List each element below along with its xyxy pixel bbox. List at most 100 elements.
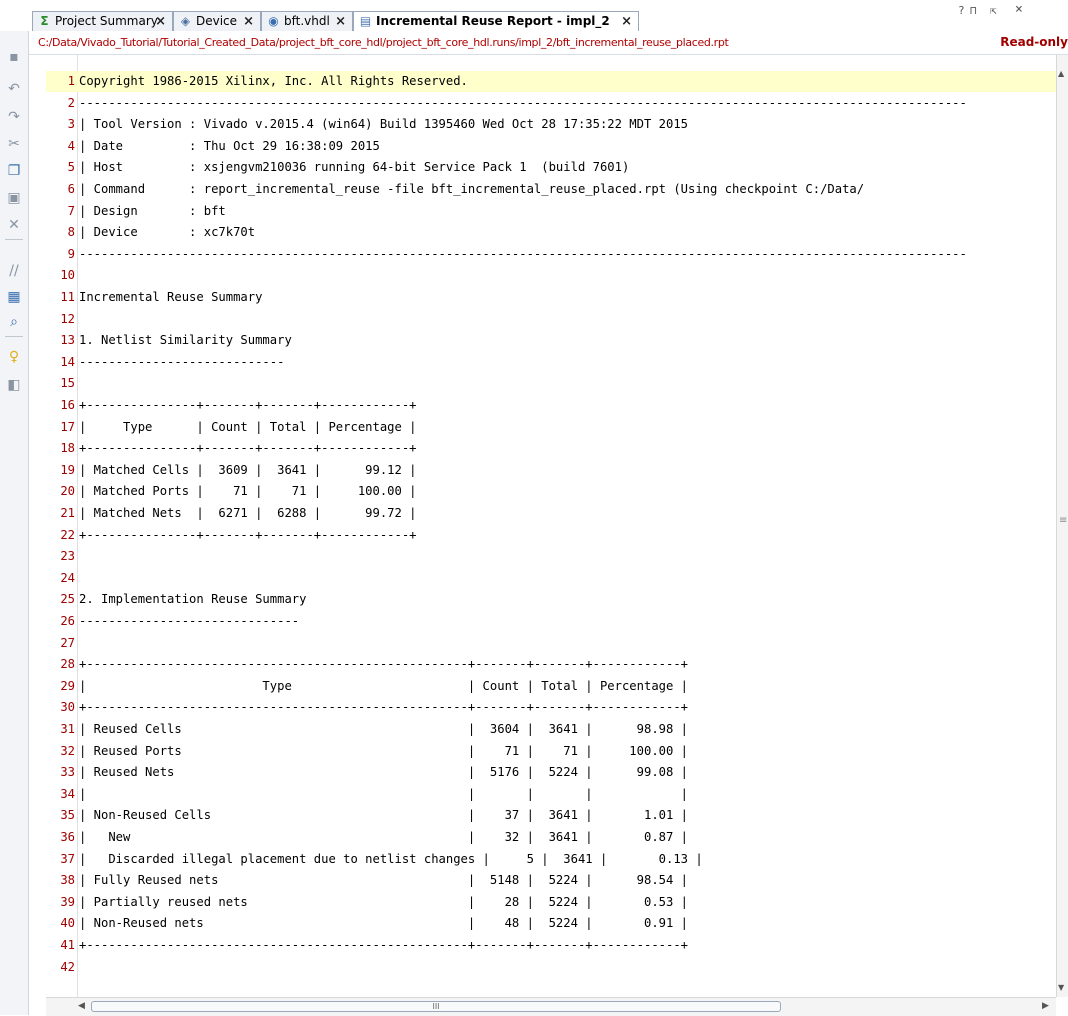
editor-line[interactable]: 19 | Matched Cells | 3609 | 3641 | 99.12 …: [46, 460, 1056, 481]
cut-icon[interactable]: ✂: [6, 136, 22, 152]
editor-line[interactable]: 27: [46, 633, 1056, 654]
paste-icon[interactable]: ▣: [6, 190, 22, 206]
editor-line[interactable]: 25 2. Implementation Reuse Summary: [46, 589, 1056, 610]
editor-line[interactable]: 8 | Device : xc7k70t: [46, 222, 1056, 243]
editor-line[interactable]: 38 | Fully Reused nets | 5148 | 5224 | 98…: [46, 870, 1056, 891]
line-number: 32: [60, 743, 75, 758]
editor-line[interactable]: 39 | Partially reused nets | 28 | 5224 | …: [46, 892, 1056, 913]
editor-line[interactable]: 2 ---------------------------------------…: [46, 93, 1056, 114]
help-icon[interactable]: ?: [958, 4, 965, 17]
insert-template-icon[interactable]: ◧: [6, 377, 22, 393]
delete-icon[interactable]: ✕: [6, 217, 22, 233]
close-window-icon[interactable]: ×: [1015, 2, 1023, 17]
vhdl-file-icon: ◉: [268, 14, 279, 28]
editor-line[interactable]: 24: [46, 568, 1056, 589]
line-text: ----------------------------------------…: [79, 95, 967, 110]
copy-icon[interactable]: ❐: [6, 163, 22, 179]
line-text: | Type | Count | Total | Percentage |: [79, 678, 689, 693]
editor-line[interactable]: 14 ----------------------------: [46, 352, 1056, 373]
editor-line[interactable]: 34 | | | | |: [46, 784, 1056, 805]
editor-line[interactable]: 41 +-------------------------------------…: [46, 935, 1056, 956]
line-number: 39: [60, 894, 75, 909]
tab-label: Project Summary: [55, 14, 158, 28]
editor-line[interactable]: 20 | Matched Ports | 71 | 71 | 100.00 |: [46, 481, 1056, 502]
editor-line[interactable]: 17 | Type | Count | Total | Percentage |: [46, 417, 1056, 438]
editor-line[interactable]: 13 1. Netlist Similarity Summary: [46, 330, 1056, 351]
editor-line[interactable]: 9 ---------------------------------------…: [46, 244, 1056, 265]
editor-line[interactable]: 22 +---------------+-------+-------+-----…: [46, 525, 1056, 546]
editor-line[interactable]: 37 | Discarded illegal placement due to n…: [46, 849, 1056, 870]
vertical-scroll-grip[interactable]: ≡: [1059, 515, 1067, 526]
line-text: | Tool Version : Vivado v.2015.4 (win64)…: [79, 117, 689, 132]
tab-incremental-reuse-report[interactable]: ▤ Incremental Reuse Report - impl_2 ×: [353, 11, 639, 32]
close-icon[interactable]: ×: [243, 12, 254, 31]
line-number: 10: [60, 268, 75, 283]
editor-line[interactable]: 6 | Command : report_incremental_reuse -f…: [46, 179, 1056, 200]
comment-icon[interactable]: //: [6, 263, 22, 279]
column-select-icon[interactable]: ▦: [6, 289, 22, 305]
editor-line[interactable]: 23: [46, 546, 1056, 567]
line-text: | Reused Ports | 71 | 71 | 100.00 |: [79, 743, 689, 758]
editor-line[interactable]: 11 Incremental Reuse Summary: [46, 287, 1056, 308]
toolbar-separator: [5, 239, 23, 240]
editor-line[interactable]: 35 | Non-Reused Cells | 37 | 3641 | 1.01 …: [46, 805, 1056, 826]
hint-bulb-icon[interactable]: ♀: [6, 349, 22, 365]
editor-line[interactable]: 10: [46, 265, 1056, 286]
editor-line[interactable]: 1 Copyright 1986-2015 Xilinx, Inc. All Ri…: [46, 71, 1056, 92]
tab-project-summary[interactable]: Σ Project Summary ×: [32, 11, 173, 31]
tab-device[interactable]: ◈ Device ×: [173, 11, 261, 31]
line-text: | New | 32 | 3641 | 0.87 |: [79, 830, 689, 844]
editor-line[interactable]: 15: [46, 373, 1056, 394]
editor-line[interactable]: 3 | Tool Version : Vivado v.2015.4 (win64…: [46, 114, 1056, 135]
line-number: 3: [67, 117, 75, 132]
editor-line[interactable]: 28 +-------------------------------------…: [46, 654, 1056, 675]
editor-line[interactable]: 7 | Design : bft: [46, 201, 1056, 222]
horizontal-scrollbar[interactable]: ◀ III ▶: [46, 997, 1056, 1016]
editor-line[interactable]: 29 | Type | Count | Total | Percentage |: [46, 676, 1056, 697]
line-text: ----------------------------------------…: [79, 246, 967, 261]
scroll-down-arrow-icon[interactable]: ▼: [1058, 983, 1064, 992]
tab-label: Device: [196, 14, 238, 28]
line-number: 17: [60, 419, 75, 434]
line-number: 11: [60, 290, 75, 304]
line-number: 36: [60, 830, 75, 844]
editor-line[interactable]: 30 +-------------------------------------…: [46, 697, 1056, 718]
maximize-icon[interactable]: ⇱: [990, 4, 997, 17]
redo-icon[interactable]: ↷: [6, 109, 22, 125]
find-icon[interactable]: ⌕: [6, 314, 22, 330]
line-number: 30: [60, 700, 75, 715]
editor-line[interactable]: 32 | Reused Ports | 71 | 71 | 100.00 |: [46, 741, 1056, 762]
tab-bft-vhdl[interactable]: ◉ bft.vhdl ×: [261, 11, 353, 31]
line-text: | Type | Count | Total | Percentage |: [79, 419, 417, 434]
line-number: 42: [60, 959, 75, 974]
float-icon[interactable]: ⊓: [970, 4, 977, 17]
report-text-editor[interactable]: 1 Copyright 1986-2015 Xilinx, Inc. All Ri…: [46, 55, 1056, 997]
close-icon[interactable]: ×: [155, 12, 166, 31]
horizontal-scroll-thumb[interactable]: III: [91, 1001, 781, 1012]
editor-line[interactable]: 16 +---------------+-------+-------+-----…: [46, 395, 1056, 416]
editor-line[interactable]: 26 ------------------------------: [46, 611, 1056, 632]
line-text: | Date : Thu Oct 29 16:38:09 2015: [79, 138, 380, 153]
undo-icon[interactable]: ↶: [6, 81, 22, 97]
editor-line[interactable]: 31 | Reused Cells | 3604 | 3641 | 98.98 |: [46, 719, 1056, 740]
editor-line[interactable]: 42: [46, 957, 1056, 978]
editor-line[interactable]: 21 | Matched Nets | 6271 | 6288 | 99.72 |: [46, 503, 1056, 524]
editor-line[interactable]: 12: [46, 309, 1056, 330]
line-text: | Partially reused nets | 28 | 5224 | 0.…: [79, 894, 689, 909]
vertical-scrollbar[interactable]: ▲ ≡ ▼: [1056, 55, 1068, 997]
close-icon[interactable]: ×: [621, 12, 632, 31]
editor-line[interactable]: 4 | Date : Thu Oct 29 16:38:09 2015: [46, 136, 1056, 157]
editor-line[interactable]: 33 | Reused Nets | 5176 | 5224 | 99.08 |: [46, 762, 1056, 783]
line-text: | Matched Ports | 71 | 71 | 100.00 |: [79, 484, 417, 499]
save-icon[interactable]: ▪: [6, 49, 22, 65]
scroll-right-arrow-icon[interactable]: ▶: [1042, 1001, 1049, 1011]
line-text: | Fully Reused nets | 5148 | 5224 | 98.5…: [79, 873, 689, 888]
editor-line[interactable]: 5 | Host : xsjengvm210036 running 64-bit …: [46, 157, 1056, 178]
scroll-up-arrow-icon[interactable]: ▲: [1058, 69, 1064, 78]
editor-line[interactable]: 36 | New | 32 | 3641 | 0.87 |: [46, 827, 1056, 848]
line-text: | Device : xc7k70t: [79, 225, 256, 240]
scroll-left-arrow-icon[interactable]: ◀: [78, 1001, 85, 1011]
close-icon[interactable]: ×: [335, 12, 346, 31]
editor-line[interactable]: 18 +---------------+-------+-------+-----…: [46, 438, 1056, 459]
editor-line[interactable]: 40 | Non-Reused nets | 48 | 5224 | 0.91 |: [46, 913, 1056, 934]
